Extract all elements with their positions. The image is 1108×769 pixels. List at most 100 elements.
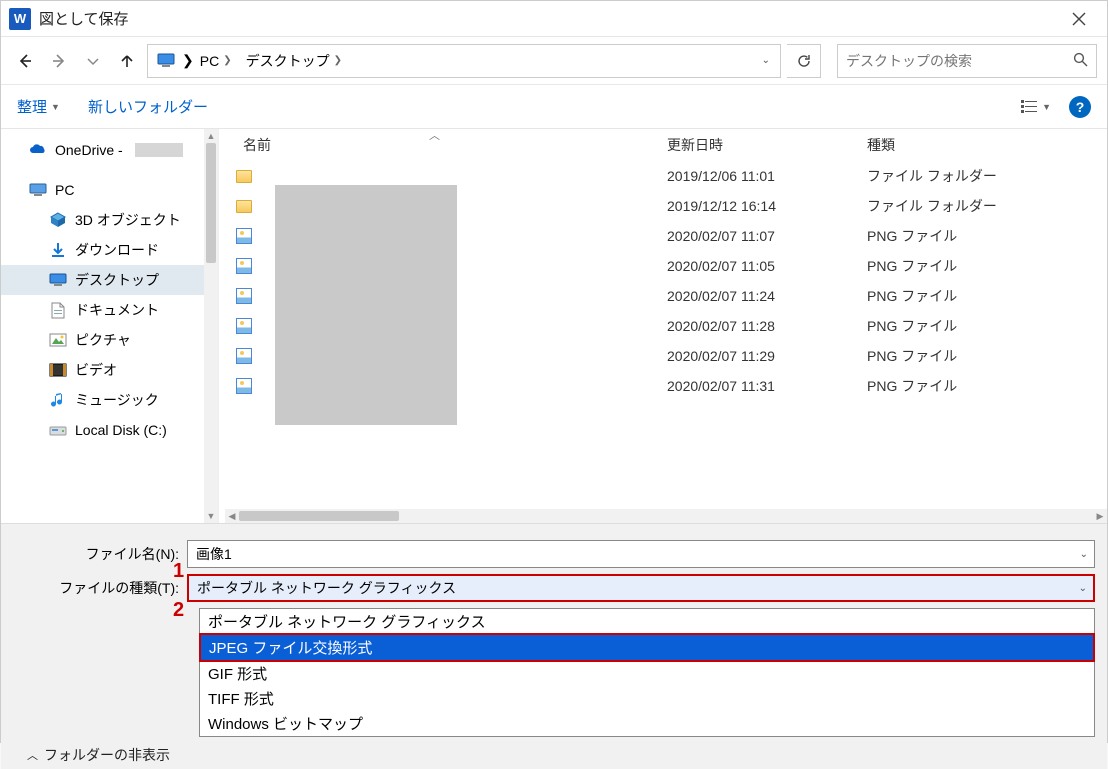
sidebar-item-label: デスクトップ xyxy=(75,270,159,290)
filetype-option[interactable]: JPEG ファイル交換形式 xyxy=(199,633,1095,662)
nav-back-button[interactable] xyxy=(11,47,39,75)
scroll-down-icon[interactable]: ▼ xyxy=(204,509,218,523)
redacted-text xyxy=(135,143,183,157)
filename-value: 画像1 xyxy=(196,544,232,564)
pc-monitor-icon xyxy=(156,51,176,71)
sidebar-item[interactable]: ドキュメント xyxy=(1,295,218,325)
sidebar-item-label: 3D オブジェクト xyxy=(75,210,181,230)
annotation-1: 1 xyxy=(173,560,184,583)
pictures-icon xyxy=(49,331,67,349)
sidebar-item[interactable]: ダウンロード xyxy=(1,235,218,265)
help-button[interactable]: ? xyxy=(1069,96,1091,118)
search-input[interactable] xyxy=(846,53,1073,69)
address-bar: ❯ PC❯ デスクトップ❯ ⌄ xyxy=(1,37,1107,85)
folder-icon xyxy=(236,200,252,213)
filetype-option[interactable]: GIF 形式 xyxy=(200,661,1094,686)
music-icon xyxy=(49,391,67,409)
column-date[interactable]: 更新日時 xyxy=(667,135,867,155)
column-type[interactable]: 種類 xyxy=(867,135,1047,155)
column-name[interactable]: 名前 xyxy=(237,135,667,155)
hide-folders-toggle[interactable]: ︿ フォルダーの非表示 xyxy=(27,745,1095,765)
scroll-right-icon[interactable]: ▶ xyxy=(1093,509,1107,523)
sidebar-item[interactable]: ビデオ xyxy=(1,355,218,385)
organize-menu[interactable]: 整理 ▼ xyxy=(17,96,60,117)
refresh-button[interactable] xyxy=(787,44,821,78)
sidebar-item[interactable]: ミュージック xyxy=(1,385,218,415)
scroll-up-icon[interactable]: ▲ xyxy=(204,129,218,143)
filetype-dropdown[interactable]: ポータブル ネットワーク グラフィックスJPEG ファイル交換形式GIF 形式T… xyxy=(199,608,1095,737)
chevron-down-icon[interactable]: ⌄ xyxy=(1080,549,1088,560)
chevron-right-icon: ❯ xyxy=(334,55,342,66)
details-view-icon xyxy=(1020,98,1038,116)
file-date-cell: 2020/02/07 11:24 xyxy=(667,288,867,304)
arrow-right-icon xyxy=(51,53,67,69)
breadcrumb-pc[interactable]: PC❯ xyxy=(196,45,240,77)
caret-down-icon: ▼ xyxy=(51,102,60,112)
sidebar-item-label: OneDrive - xyxy=(55,142,123,158)
file-date-cell: 2020/02/07 11:05 xyxy=(667,258,867,274)
breadcrumb-address[interactable]: ❯ PC❯ デスクトップ❯ ⌄ xyxy=(147,44,781,78)
close-icon xyxy=(1072,12,1086,26)
sidebar-item-onedrive[interactable]: OneDrive - xyxy=(1,135,218,165)
file-list-pane: ︿ 名前 更新日時 種類 2019/12/06 11:01ファイル フォルダー2… xyxy=(219,129,1107,523)
image-file-icon xyxy=(236,318,252,334)
address-dropdown[interactable]: ⌄ xyxy=(762,55,770,66)
pc-icon xyxy=(29,181,47,199)
file-pane-h-scrollbar[interactable]: ◀ ▶ xyxy=(225,509,1107,523)
file-date-cell: 2019/12/06 11:01 xyxy=(667,168,867,184)
image-file-icon xyxy=(236,288,252,304)
file-date-cell: 2019/12/12 16:14 xyxy=(667,198,867,214)
sidebar-item-label: PC xyxy=(55,182,74,198)
sidebar-item[interactable]: 3D オブジェクト xyxy=(1,205,218,235)
sidebar-item-pc[interactable]: PC xyxy=(1,175,218,205)
nav-forward-button[interactable] xyxy=(45,47,73,75)
close-button[interactable] xyxy=(1059,5,1099,33)
scrollbar-thumb[interactable] xyxy=(239,511,399,521)
sidebar-item[interactable]: ピクチャ xyxy=(1,325,218,355)
sidebar-item[interactable]: Local Disk (C:) xyxy=(1,415,218,445)
filetype-field[interactable]: ポータブル ネットワーク グラフィックス ⌄ xyxy=(187,574,1095,602)
download-icon xyxy=(49,241,67,259)
nav-recent-button[interactable] xyxy=(79,47,107,75)
folder-icon xyxy=(236,170,252,183)
sidebar-item[interactable]: デスクトップ xyxy=(1,265,218,295)
arrow-left-icon xyxy=(17,53,33,69)
file-type-cell: ファイル フォルダー xyxy=(867,196,1047,216)
file-type-cell: PNG ファイル xyxy=(867,376,1047,396)
file-date-cell: 2020/02/07 11:31 xyxy=(667,378,867,394)
sidebar-item-label: ピクチャ xyxy=(75,330,131,350)
view-mode-button[interactable]: ▼ xyxy=(1020,98,1051,116)
chevron-right-icon: ❯ xyxy=(182,52,194,69)
chevron-right-icon: ❯ xyxy=(223,55,231,66)
sidebar-item-label: Local Disk (C:) xyxy=(75,422,167,438)
scrollbar-thumb[interactable] xyxy=(206,143,216,263)
file-type-cell: PNG ファイル xyxy=(867,256,1047,276)
file-type-cell: PNG ファイル xyxy=(867,286,1047,306)
filename-label: ファイル名(N): xyxy=(13,544,187,564)
filetype-option[interactable]: ポータブル ネットワーク グラフィックス xyxy=(200,609,1094,634)
sidebar-item-label: ミュージック xyxy=(75,390,159,410)
chevron-down-icon[interactable]: ⌄ xyxy=(1079,583,1087,594)
filename-field[interactable]: 画像1 ⌄ xyxy=(187,540,1095,568)
sort-indicator-icon: ︿ xyxy=(429,127,440,143)
desktop-icon xyxy=(49,271,67,289)
document-icon xyxy=(49,301,67,319)
image-file-icon xyxy=(236,378,252,394)
new-folder-button[interactable]: 新しいフォルダー xyxy=(88,96,208,117)
filetype-value: ポータブル ネットワーク グラフィックス xyxy=(197,578,456,598)
nav-up-button[interactable] xyxy=(113,47,141,75)
save-options-panel: ファイル名(N): 画像1 ⌄ 1 2 ファイルの種類(T): ポータブル ネッ… xyxy=(1,523,1107,769)
filetype-option[interactable]: Windows ビットマップ xyxy=(200,711,1094,736)
arrow-up-icon xyxy=(119,53,135,69)
disk-icon xyxy=(49,421,67,439)
file-date-cell: 2020/02/07 11:07 xyxy=(667,228,867,244)
onedrive-icon xyxy=(29,141,47,159)
navigation-sidebar: OneDrive - PC 3D オブジェクトダウンロードデスクトップドキュメン… xyxy=(1,129,219,523)
breadcrumb-desktop[interactable]: デスクトップ❯ xyxy=(242,45,350,77)
sidebar-item-label: ビデオ xyxy=(75,360,117,380)
file-date-cell: 2020/02/07 11:28 xyxy=(667,318,867,334)
search-box[interactable] xyxy=(837,44,1097,78)
sidebar-scrollbar[interactable]: ▲ ▼ xyxy=(204,129,218,523)
filetype-option[interactable]: TIFF 形式 xyxy=(200,686,1094,711)
scroll-left-icon[interactable]: ◀ xyxy=(225,509,239,523)
